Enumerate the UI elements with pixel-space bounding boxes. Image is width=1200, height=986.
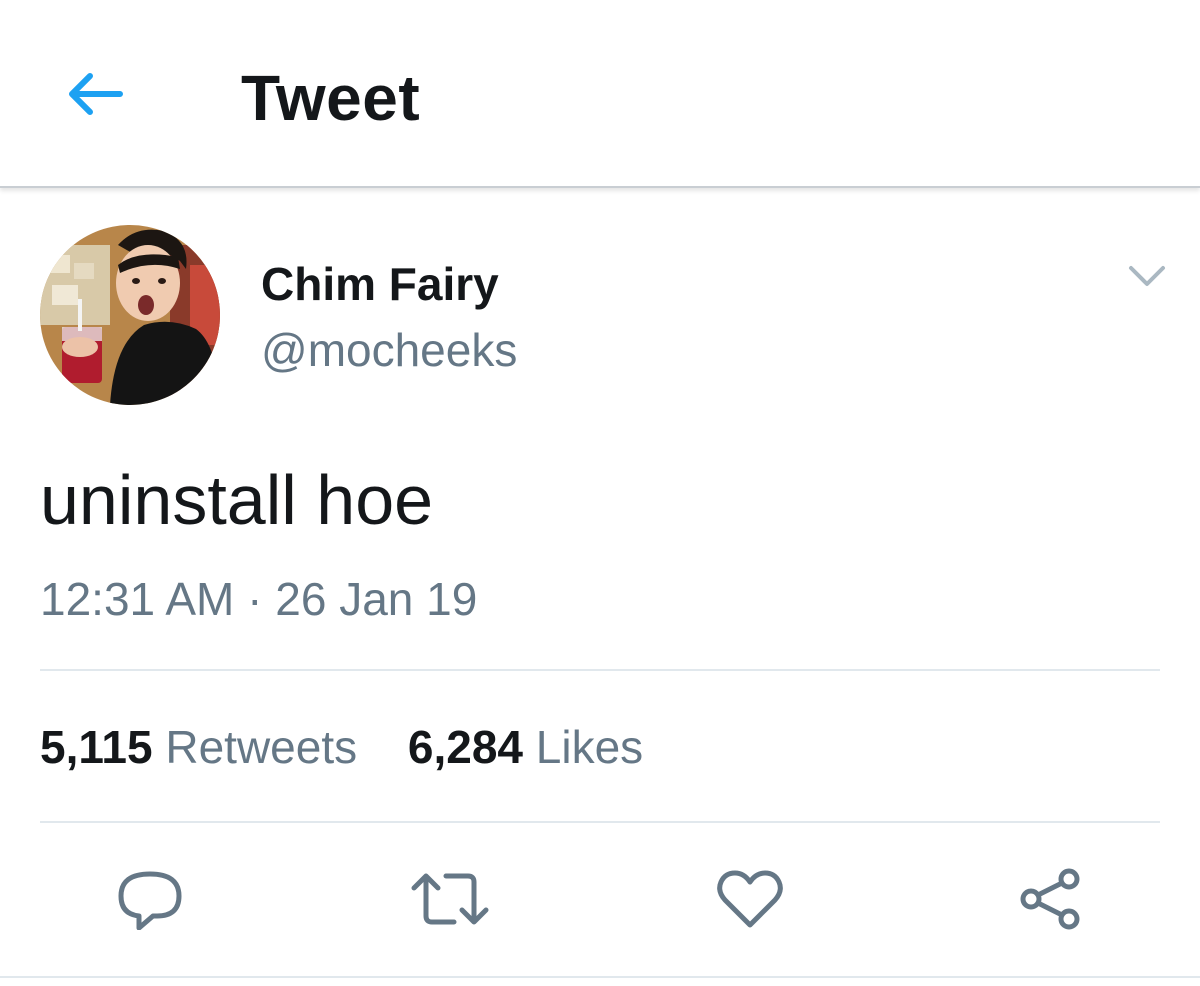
tweet-stats: 5,115 Retweets 6,284 Likes: [40, 718, 681, 776]
retweets-label: Retweets: [165, 721, 358, 773]
share-icon: [1020, 868, 1080, 930]
tweet-time: 12:31 AM: [40, 573, 235, 625]
share-button[interactable]: [1010, 862, 1090, 936]
retweets-count: 5,115: [40, 721, 153, 773]
top-app-bar: Tweet: [0, 0, 1200, 188]
reply-icon: [118, 871, 182, 930]
like-button[interactable]: [710, 862, 790, 936]
timestamp-separator: ·: [247, 573, 263, 625]
retweet-icon: [411, 873, 489, 925]
like-icon: [717, 870, 783, 928]
tweet-text: uninstall hoe: [40, 461, 434, 539]
divider: [0, 976, 1200, 978]
retweet-button[interactable]: [410, 862, 490, 936]
retweets-stat[interactable]: 5,115 Retweets: [40, 718, 357, 776]
likes-label: Likes: [535, 721, 644, 773]
tweet-timestamp: 12:31 AM · 26 Jan 19: [40, 570, 477, 628]
likes-stat[interactable]: 6,284 Likes: [408, 718, 643, 776]
author-display-name[interactable]: Chim Fairy: [261, 256, 499, 312]
tweet-menu-button[interactable]: [1122, 256, 1172, 296]
back-button[interactable]: [56, 62, 132, 126]
arrow-left-icon: [69, 73, 123, 115]
divider: [40, 821, 1160, 823]
avatar[interactable]: [40, 225, 220, 405]
divider: [40, 669, 1160, 671]
likes-count: 6,284: [407, 721, 524, 773]
reply-button[interactable]: [110, 862, 190, 936]
page-title: Tweet: [241, 62, 421, 134]
tweet-date: 26 Jan 19: [275, 573, 478, 625]
author-handle[interactable]: @mocheeks: [261, 322, 517, 378]
chevron-down-icon: [1129, 266, 1165, 286]
